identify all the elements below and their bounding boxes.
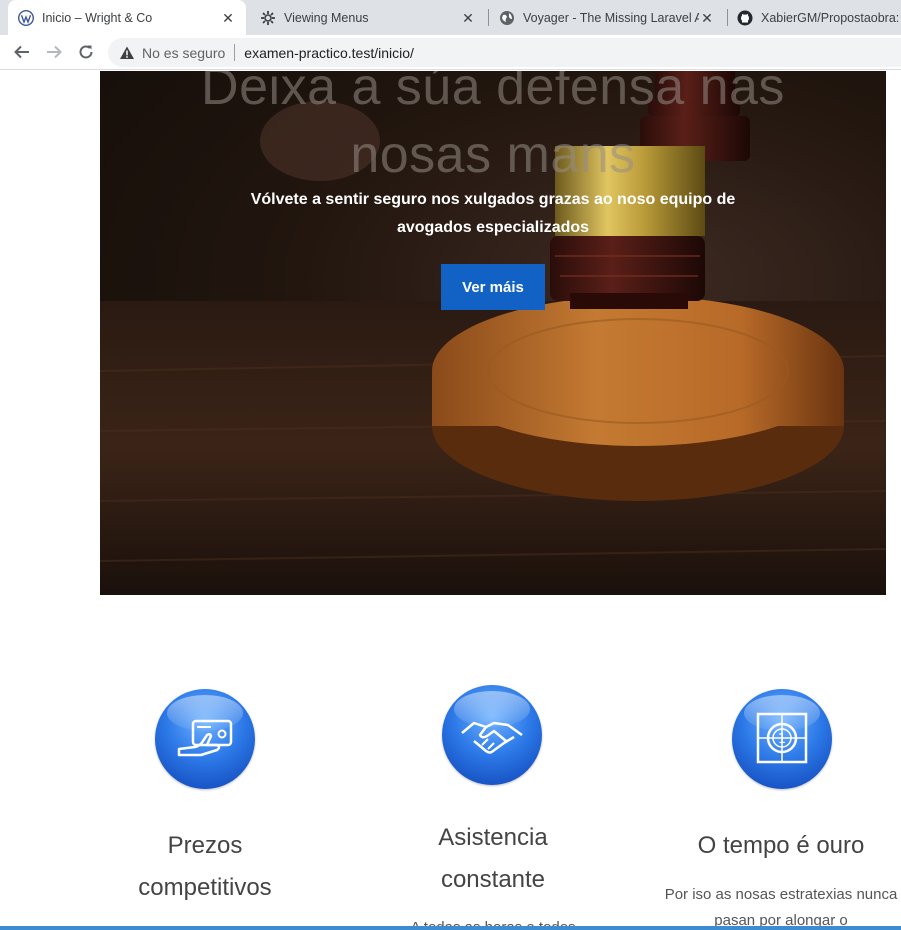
feature-title-line2: competitivos — [138, 874, 272, 901]
tab-inicio[interactable]: Inicio – Wright & Co ✕ — [8, 0, 246, 35]
reload-icon — [79, 45, 93, 59]
browser-toolbar: No es seguro examen-practico.test/inicio… — [0, 35, 901, 70]
tab-viewing-menus[interactable]: Viewing Menus ✕ — [250, 0, 486, 35]
hero-heading-line1: Deixa a súa defensa nas — [201, 71, 785, 116]
countdown-clock-icon: 1 — [732, 689, 832, 789]
feature-title: O tempo é ouro — [661, 825, 901, 867]
close-tab-icon[interactable]: ✕ — [699, 10, 715, 26]
feature-asistencia: Asistencia constante A todas as horas e … — [373, 684, 613, 930]
gear-icon — [260, 10, 276, 26]
url-text[interactable]: examen-practico.test/inicio/ — [244, 45, 414, 61]
feature-title-line1: Asistencia — [438, 824, 548, 851]
feature-tempo: 1 O tempo é ouro Por iso as nosas estrat… — [661, 689, 901, 930]
forward-arrow-icon — [47, 45, 62, 59]
feature-prezos: Prezos competitivos — [85, 688, 325, 930]
security-label[interactable]: No es seguro — [142, 45, 225, 61]
back-button[interactable] — [9, 39, 35, 65]
tab-strip: Inicio – Wright & Co ✕ Viewing Menus ✕ V… — [0, 0, 901, 35]
tab-voyager[interactable]: Voyager - The Missing Laravel Ad ✕ — [489, 0, 725, 35]
tab-github[interactable]: XabierGM/Propostaobra: C — [728, 0, 901, 35]
feature-title-line1: O tempo é ouro — [697, 832, 865, 859]
address-bar[interactable]: No es seguro examen-practico.test/inicio… — [108, 38, 901, 67]
svg-text:1: 1 — [778, 732, 786, 747]
bottom-accent-bar — [0, 926, 901, 930]
hero-subtitle: Vólvete a sentir seguro nos xulgados gra… — [250, 191, 736, 236]
hero-heading: Deixa a súa defensa nas nosas mans — [160, 71, 826, 189]
warning-icon[interactable] — [119, 45, 135, 61]
tab-title: Voyager - The Missing Laravel Ad — [523, 10, 699, 25]
feature-description: Por iso as nosas estratexias nunca pasan… — [664, 886, 898, 929]
address-divider — [234, 44, 236, 61]
close-tab-icon[interactable]: ✕ — [460, 10, 476, 26]
reload-button[interactable] — [73, 39, 99, 65]
github-icon — [737, 10, 753, 26]
tab-title: Viewing Menus — [284, 10, 369, 25]
hero-heading-line2: nosas mans — [350, 126, 636, 184]
feature-title: Prezos competitivos — [85, 825, 325, 909]
back-arrow-icon — [14, 45, 29, 59]
forward-button[interactable] — [41, 39, 67, 65]
wordpress-icon — [18, 9, 34, 26]
tab-title: XabierGM/Propostaobra: C — [761, 10, 901, 25]
close-tab-icon[interactable]: ✕ — [220, 10, 236, 26]
feature-title: Asistencia constante — [373, 817, 613, 901]
handshake-icon — [442, 685, 542, 785]
ver-mais-button[interactable]: Ver máis — [441, 264, 545, 310]
payment-card-hand-icon — [155, 689, 255, 789]
hero-section: Deixa a súa defensa nas nosas mans Vólve… — [100, 71, 886, 595]
tab-title: Inicio – Wright & Co — [42, 10, 153, 25]
feature-title-line2: constante — [440, 866, 546, 893]
globe-icon — [499, 10, 515, 26]
feature-title-line1: Prezos — [167, 832, 243, 859]
